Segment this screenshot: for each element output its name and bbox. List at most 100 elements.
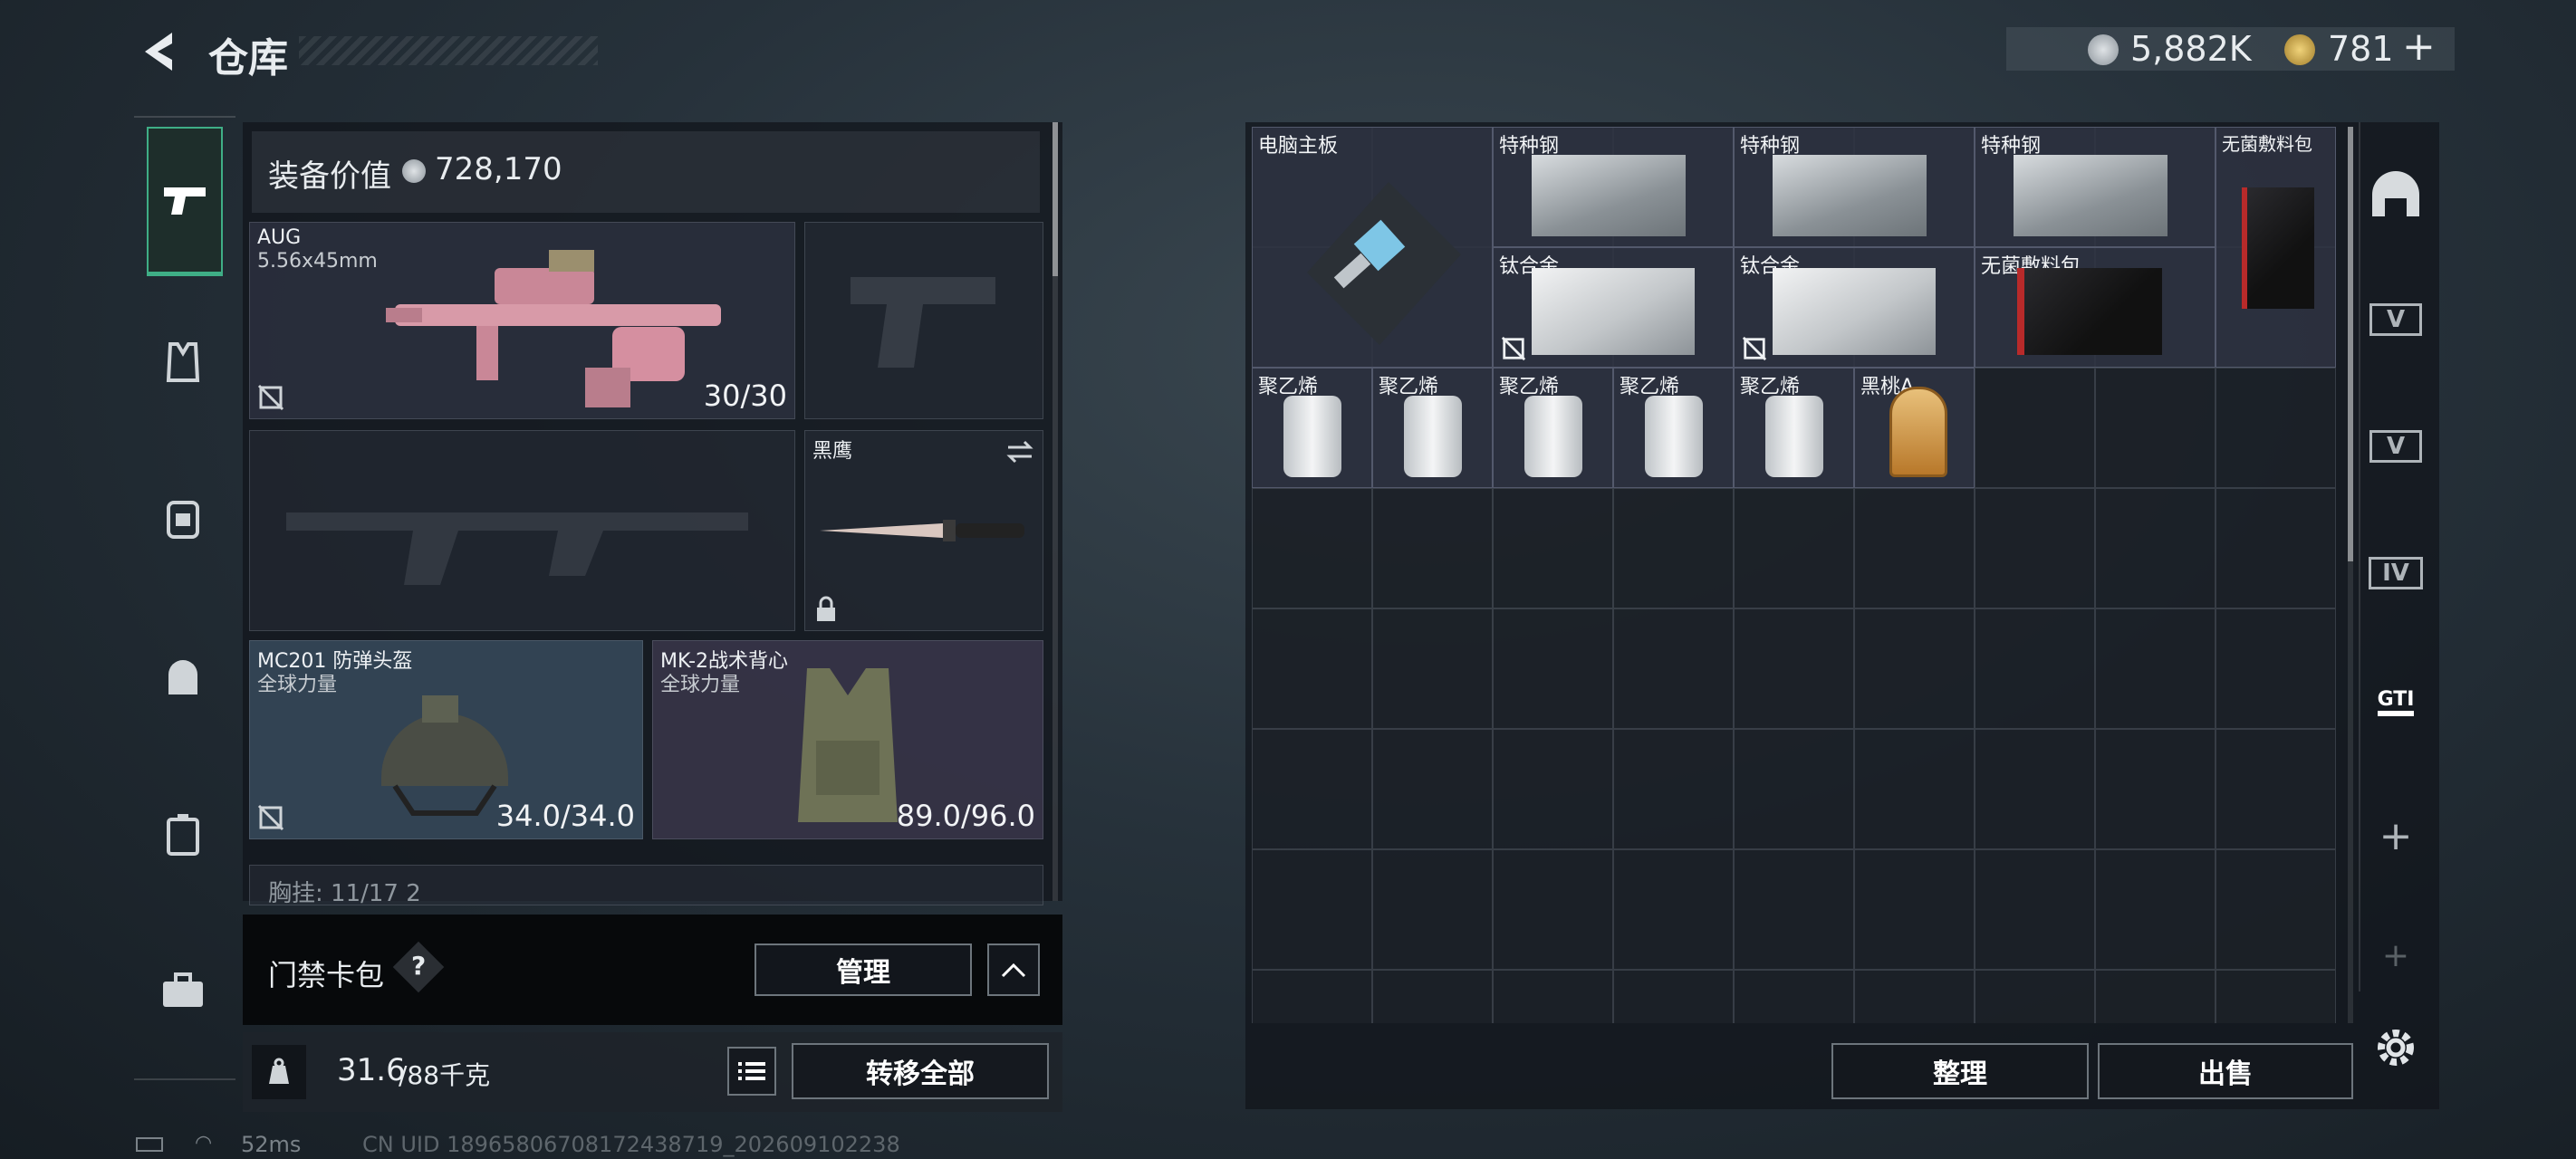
stash-grid-cell[interactable]	[1252, 488, 1372, 608]
stash-grid-cell[interactable]	[1854, 488, 1975, 608]
keycard-collapse-button[interactable]	[987, 943, 1040, 996]
stash-tab-v-1[interactable]: V	[2364, 288, 2427, 351]
stash-grid-cell[interactable]	[1613, 729, 1734, 849]
stash-grid-cell[interactable]	[1372, 970, 1493, 1023]
stash-grid-cell[interactable]	[1372, 729, 1493, 849]
tab-label: GTI	[2377, 688, 2415, 716]
stash-main-tab[interactable]	[2364, 163, 2427, 226]
sell-button[interactable]: 出售	[2098, 1043, 2353, 1099]
sidebar-item-case[interactable]	[145, 797, 221, 873]
equipment-value-row: 装备价值 728,170	[252, 131, 1040, 213]
stash-grid-cell[interactable]	[2095, 608, 2216, 729]
stash-grid-cell[interactable]	[1493, 729, 1613, 849]
stash-item-titanium-1[interactable]: 钛合金	[1493, 247, 1734, 368]
organize-button[interactable]: 整理	[1831, 1043, 2089, 1099]
primary-weapon-slot[interactable]: AUG 5.56x45mm 30/30	[249, 222, 795, 419]
back-button[interactable]	[136, 27, 181, 76]
stash-item-polyethylene-1[interactable]: 聚乙烯	[1252, 368, 1372, 488]
stash-grid-cell[interactable]	[1372, 608, 1493, 729]
stash-grid-cell[interactable]	[1613, 849, 1734, 970]
stash-grid-cell[interactable]	[1613, 608, 1734, 729]
stash-grid-cell[interactable]	[1613, 970, 1734, 1023]
stash-item-special-steel-2[interactable]: 特种钢	[1734, 127, 1975, 247]
stash-grid-cell[interactable]	[2095, 488, 2216, 608]
stash-grid-cell[interactable]	[2216, 368, 2336, 488]
stash-grid-cell[interactable]	[1975, 368, 2095, 488]
stash-grid-cell[interactable]	[1734, 849, 1854, 970]
vest-slot[interactable]: MK-2战术背心 全球力量 89.0/96.0	[652, 640, 1043, 839]
stash-item-motherboard[interactable]: 电脑主板	[1252, 127, 1493, 368]
stash-grid-cell[interactable]	[2216, 729, 2336, 849]
stash-grid-cell[interactable]	[1493, 970, 1613, 1023]
manage-label: 管理	[836, 957, 890, 989]
pistol-slot[interactable]	[804, 222, 1043, 419]
sidebar-item-backpack[interactable]	[145, 480, 221, 556]
stash-scrollbar[interactable]	[2348, 127, 2353, 1023]
stash-grid-cell[interactable]	[2095, 729, 2216, 849]
stash-grid-cell[interactable]	[2216, 488, 2336, 608]
stash-grid-cell[interactable]	[1975, 488, 2095, 608]
stash-item-special-steel-1[interactable]: 特种钢	[1493, 127, 1734, 247]
stash-grid-cell[interactable]	[1854, 970, 1975, 1023]
sidebar-item-vest[interactable]	[145, 324, 221, 400]
settings-button[interactable]	[2364, 1016, 2427, 1079]
stash-grid-cell[interactable]	[1372, 488, 1493, 608]
stash-grid-cell[interactable]	[1854, 608, 1975, 729]
stash-grid-cell[interactable]	[1372, 849, 1493, 970]
stash-item-polyethylene-5[interactable]: 聚乙烯	[1734, 368, 1854, 488]
loadout-scrollbar[interactable]	[1053, 122, 1058, 901]
stash-grid-cell[interactable]	[1975, 729, 2095, 849]
stash-item-polyethylene-3[interactable]: 聚乙烯	[1493, 368, 1613, 488]
helmet-slot[interactable]: MC201 防弹头盔 全球力量 34.0/34.0	[249, 640, 643, 839]
transfer-all-button[interactable]: 转移全部	[792, 1043, 1049, 1099]
chest-rig-slot[interactable]: 胸挂: 11/17 2	[249, 865, 1043, 905]
stash-item-polyethylene-4[interactable]: 聚乙烯	[1613, 368, 1734, 488]
keycard-label: 门禁卡包	[268, 958, 385, 992]
stash-item-sterile-dressing-1[interactable]: 无菌敷料包	[2216, 127, 2336, 368]
keycard-manage-button[interactable]: 管理	[755, 943, 972, 996]
stash-grid-cell[interactable]	[1854, 849, 1975, 970]
stash-grid-cell[interactable]	[2216, 970, 2336, 1023]
stash-item-special-steel-3[interactable]: 特种钢	[1975, 127, 2216, 247]
stash-grid-cell[interactable]	[1252, 970, 1372, 1023]
title-underline	[299, 36, 598, 65]
stash-grid-cell[interactable]	[2095, 970, 2216, 1023]
stash-grid-cell[interactable]	[2216, 849, 2336, 970]
stash-item-ace-of-spades[interactable]: 黑桃A	[1854, 368, 1975, 488]
stash-grid-cell[interactable]	[1734, 970, 1854, 1023]
stash-tab-iv[interactable]: IV	[2364, 541, 2427, 605]
secondary-weapon-slot[interactable]	[249, 430, 795, 631]
list-view-button[interactable]	[727, 1047, 776, 1096]
stash-grid-cell[interactable]	[1493, 608, 1613, 729]
stash-grid-cell[interactable]	[1252, 849, 1372, 970]
stash-tab-v-2[interactable]: V	[2364, 415, 2427, 478]
melee-slot[interactable]: 黑鹰	[804, 430, 1043, 631]
helmet-bag-icon	[168, 660, 197, 694]
stash-grid-cell[interactable]	[1493, 488, 1613, 608]
stash-grid-cell[interactable]	[1252, 729, 1372, 849]
sidebar-item-toolbox[interactable]	[145, 953, 221, 1029]
stash-grid-cell[interactable]	[1734, 488, 1854, 608]
add-stash-tab-button-2[interactable]: +	[2364, 933, 2427, 978]
add-stash-tab-button[interactable]: +	[2364, 804, 2427, 867]
stash-tab-gti[interactable]: GTI	[2364, 670, 2427, 733]
stash-grid-cell[interactable]	[1252, 608, 1372, 729]
stash-item-titanium-2[interactable]: 钛合金	[1734, 247, 1975, 368]
sidebar-item-weapons[interactable]	[147, 127, 223, 276]
stash-grid-cell[interactable]	[2095, 368, 2216, 488]
stash-grid-cell[interactable]	[1734, 608, 1854, 729]
stash-grid-cell[interactable]	[1975, 608, 2095, 729]
sidebar-item-helmet-bag[interactable]	[145, 638, 221, 714]
stash-grid-cell[interactable]	[1613, 488, 1734, 608]
stash-item-sterile-dressing-2[interactable]: 无菌敷料包	[1975, 247, 2216, 368]
stash-grid-cell[interactable]	[1493, 849, 1613, 970]
stash-grid-cell[interactable]	[1975, 970, 2095, 1023]
stash-grid-cell[interactable]	[1854, 729, 1975, 849]
stash-item-polyethylene-2[interactable]: 聚乙烯	[1372, 368, 1493, 488]
add-currency-button[interactable]: +	[2402, 24, 2436, 70]
stash-grid-cell[interactable]	[1734, 729, 1854, 849]
stash-grid-cell[interactable]	[2095, 849, 2216, 970]
stash-grid-cell[interactable]	[1975, 849, 2095, 970]
stash-grid-cell[interactable]	[2216, 608, 2336, 729]
swap-icon[interactable]	[1004, 438, 1035, 465]
